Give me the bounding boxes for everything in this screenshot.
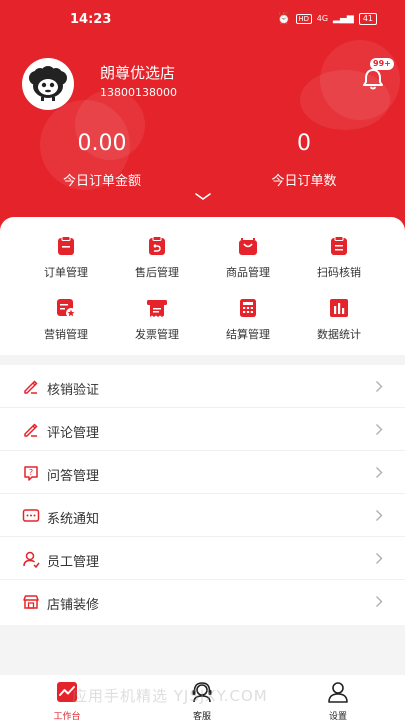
grid-item-invoice[interactable]: 发票管理 [117,297,197,342]
verify-icon [24,380,38,394]
menu-item-store-decoration[interactable]: 店铺装修 [0,580,405,623]
chevron-right-icon [376,424,383,435]
message-icon [22,509,40,522]
chevron-right-icon [376,553,383,564]
qa-icon: ? [24,466,38,481]
menu-item-notifications[interactable]: 系统通知 [0,494,405,537]
grid-item-marketing[interactable]: 营销管理 [26,297,106,342]
grid-item-after-sales[interactable]: 售后管理 [117,235,197,280]
grid-label: 订单管理 [44,266,88,279]
battery-icon: 41 [358,12,377,25]
grid-label: 扫码核销 [317,266,361,279]
menu-label: 核销验证 [47,383,100,398]
today-amount-label: 今日订单金额 [62,174,141,189]
staff-icon [23,551,40,568]
svg-text:?: ? [29,468,33,477]
signal-icon: 4G [316,14,329,23]
tab-label: 工作台 [53,712,81,720]
store-phone: 13800138000 [100,86,177,99]
store-icon [23,595,39,609]
tab-settings[interactable]: 设置 [308,680,368,720]
chevron-right-icon [376,381,383,392]
store-name: 朗尊优选店 [100,64,176,82]
hd-icon: HD [295,13,312,24]
calculator-icon [240,299,256,317]
comment-pen-icon [24,423,38,437]
signal-bars-icon: ▂▄▆ [333,13,354,24]
invoice-icon [147,300,167,317]
chart-icon [330,299,348,317]
tab-label: 客服 [192,712,211,720]
menu-label: 员工管理 [47,555,100,570]
grid-label: 售后管理 [135,266,179,279]
today-amount-value: 0.00 [77,131,127,156]
status-time: 14:23 [70,12,112,27]
menu-item-comments[interactable]: 评论管理 [0,408,405,451]
menu-label: 评论管理 [47,426,100,441]
chevron-right-icon [376,596,383,607]
grid-label: 营销管理 [44,328,88,341]
menu-label: 问答管理 [47,469,100,484]
grid-item-order-management[interactable]: 订单管理 [26,235,106,280]
grid-item-product-management[interactable]: 商品管理 [208,235,288,280]
bag-icon [239,238,257,255]
sheep-avatar-icon [29,66,67,101]
marketing-icon [57,299,76,318]
menu-list: 核销验证 评论管理 ? 问答管理 系统通知 员工管理 店铺装修 [0,365,405,625]
watermark: 应用手机精选 YJSJXY.COM [72,687,268,705]
after-sales-icon [149,236,165,255]
grid-item-settlement[interactable]: 结算管理 [208,297,288,342]
grid-label: 商品管理 [226,266,270,279]
grid-label: 发票管理 [135,328,179,341]
today-orders-label: 今日订单数 [271,174,337,189]
user-settings-icon [328,682,348,703]
menu-item-qa[interactable]: ? 问答管理 [0,451,405,494]
expand-chevron-icon[interactable] [194,192,212,202]
notification-badge: 99+ [370,58,394,70]
grid-item-statistics[interactable]: 数据统计 [299,297,379,342]
avatar[interactable] [22,58,74,110]
today-orders-value: 0 [297,131,311,156]
menu-item-staff[interactable]: 员工管理 [0,537,405,580]
grid-item-scan-verify[interactable]: 扫码核销 [299,235,379,280]
grid-label: 结算管理 [226,328,270,341]
status-icons: ⏰ HD 4G ▂▄▆ 41 [277,12,377,25]
order-icon [58,236,74,255]
chevron-right-icon [376,467,383,478]
grid-label: 数据统计 [317,328,361,341]
menu-label: 店铺装修 [47,598,100,613]
menu-label: 系统通知 [47,512,100,527]
chevron-right-icon [376,510,383,521]
menu-item-verify[interactable]: 核销验证 [0,365,405,408]
tab-label: 设置 [328,712,347,720]
alarm-icon: ⏰ [277,12,291,25]
function-grid: 订单管理 售后管理 商品管理 扫码核销 营销管理 发票管理 结算管理 数据统计 [0,217,405,355]
scan-icon [331,236,347,255]
status-bar: 14:23 ⏰ HD 4G ▂▄▆ 41 [0,0,405,40]
